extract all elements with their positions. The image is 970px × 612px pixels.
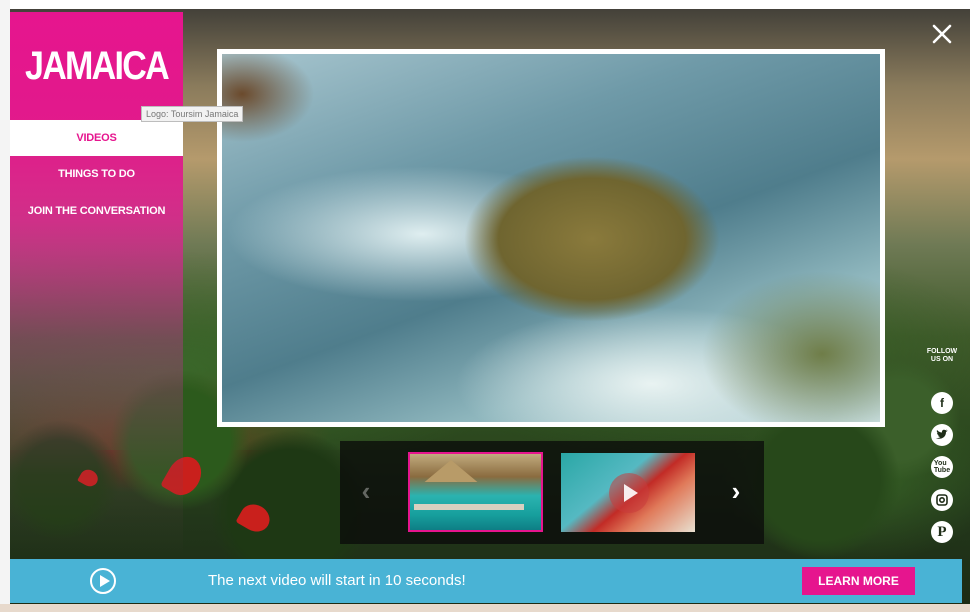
- facebook-icon[interactable]: f: [931, 392, 953, 414]
- logo-tooltip: Logo: Toursim Jamaica: [141, 106, 244, 122]
- youtube-glyph: You Tube: [933, 460, 951, 474]
- close-icon: [932, 24, 952, 44]
- video-thumbnail-carousel: ‹ ›: [340, 441, 764, 544]
- next-video-bar: The next video will start in 10 seconds!…: [10, 559, 962, 603]
- thumbnail-deck: [414, 504, 524, 510]
- video-frame-waterfall: [222, 54, 880, 422]
- pinterest-icon[interactable]: P: [931, 521, 953, 543]
- sidebar: JAMAICA VIDEOS THINGS TO DO JOIN THE CON…: [10, 12, 183, 557]
- carousel-prev-button[interactable]: ‹: [354, 476, 378, 506]
- video-player[interactable]: [217, 49, 885, 427]
- instagram-icon[interactable]: [931, 489, 953, 511]
- twitter-icon[interactable]: [931, 424, 953, 446]
- video-thumbnail[interactable]: [408, 452, 543, 532]
- chevron-left-icon: ‹: [361, 476, 371, 506]
- play-circle-icon[interactable]: [90, 568, 116, 594]
- nav-item-things-to-do[interactable]: THINGS TO DO: [10, 156, 183, 192]
- youtube-icon[interactable]: You Tube: [931, 456, 953, 478]
- follow-label-line2: US ON: [930, 356, 954, 363]
- nav-item-join-the-conversation[interactable]: JOIN THE CONVERSATION: [10, 193, 183, 229]
- bottom-border: [0, 604, 970, 612]
- video-thumbnail[interactable]: [561, 453, 695, 532]
- jamaica-logo[interactable]: JAMAICA: [23, 12, 170, 120]
- instagram-glyph: [936, 494, 948, 506]
- left-border: [0, 0, 10, 612]
- twitter-bird-glyph: [936, 429, 948, 439]
- chevron-right-icon: ›: [731, 476, 741, 506]
- learn-more-button[interactable]: LEARN MORE: [802, 567, 915, 595]
- carousel-next-button[interactable]: ›: [724, 476, 748, 506]
- top-border: [0, 0, 970, 9]
- follow-label-line1: FOLLOW: [926, 348, 958, 355]
- pinterest-glyph: P: [937, 523, 947, 540]
- play-icon: [609, 473, 649, 513]
- close-button[interactable]: [928, 20, 956, 48]
- follow-us-label: FOLLOW US ON: [923, 348, 961, 364]
- next-video-countdown: The next video will start in 10 seconds!: [208, 572, 466, 589]
- thumbnail-hut: [424, 460, 478, 482]
- nav-item-videos[interactable]: VIDEOS: [10, 120, 183, 156]
